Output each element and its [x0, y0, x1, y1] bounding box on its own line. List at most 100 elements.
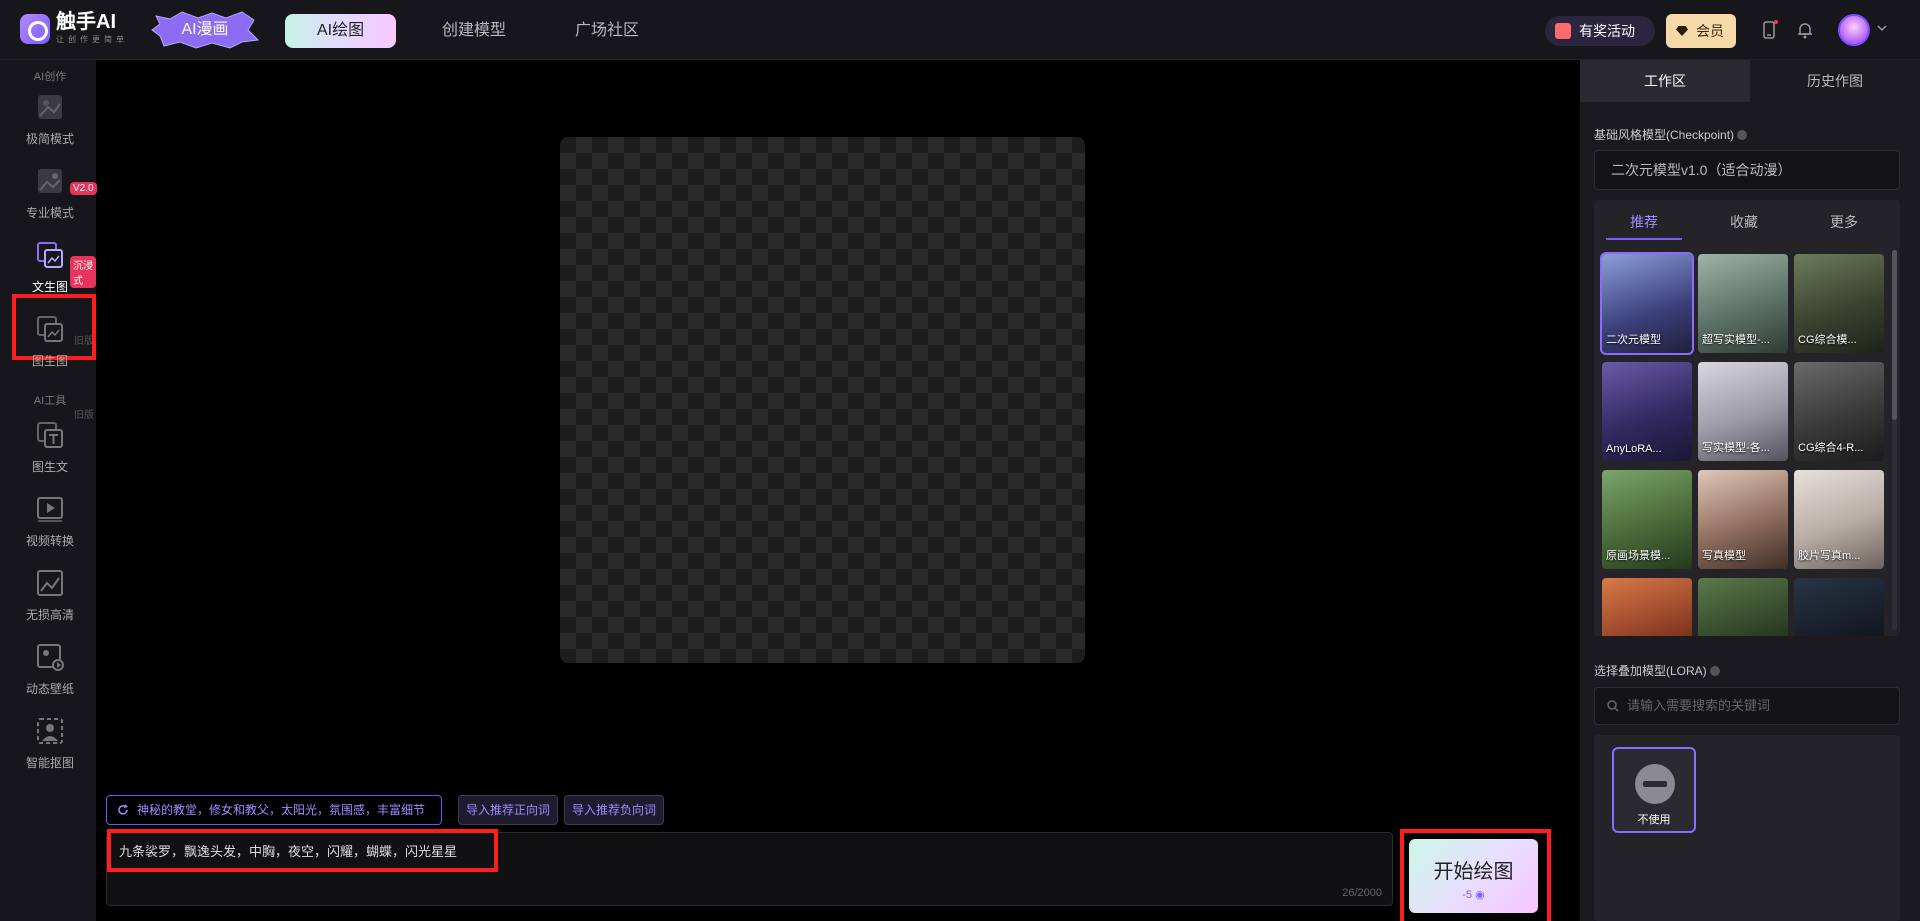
model-card-label: 胶片写真m...: [1798, 550, 1861, 562]
logo-subtitle: 让创作更简单: [56, 35, 128, 44]
sidebar-item-lossless-hd[interactable]: 无损高清: [0, 568, 100, 638]
user-avatar[interactable]: [1838, 14, 1870, 46]
image-canvas: [560, 137, 1085, 663]
sidebar-item-label: 极简模式: [25, 132, 74, 146]
model-card[interactable]: 写实模型-各...: [1698, 362, 1788, 461]
sidebar-item-label: 无损高清: [25, 608, 74, 622]
gallery-scrollbar-thumb[interactable]: [1892, 250, 1897, 420]
section-ai-create: AI创作: [33, 71, 67, 83]
lora-none-label: 不使用: [1637, 814, 1671, 826]
sidebar-item-label: 专业模式: [25, 206, 74, 220]
phone-icon[interactable]: [1760, 20, 1778, 40]
model-tab-favorites[interactable]: 收藏: [1694, 212, 1794, 232]
sidebar-item-smart-cutout[interactable]: 智能抠图: [0, 716, 100, 786]
char-counter: 26/2000: [1342, 887, 1382, 899]
sidebar-item-image-to-text[interactable]: 图生文: [0, 420, 100, 490]
highlight-box-start: [1400, 829, 1551, 921]
checkpoint-select[interactable]: 二次元模型v1.0（适合动漫）: [1594, 150, 1900, 190]
video-icon: [37, 497, 63, 522]
search-icon: [1607, 700, 1619, 712]
model-card[interactable]: 超写实模型-...: [1698, 254, 1788, 353]
model-card[interactable]: 原画场景模...: [1602, 470, 1692, 569]
sidebar-item-label: 智能抠图: [25, 756, 74, 770]
lora-label: 选择叠加模型(LORA): [1594, 662, 1720, 679]
sidebar-item-image-to-image[interactable]: 图生图: [0, 314, 100, 384]
model-tab-recommended[interactable]: 推荐: [1594, 212, 1694, 232]
refresh-icon: [118, 804, 128, 815]
checkpoint-label-text: 基础风格模型(Checkpoint): [1594, 128, 1735, 142]
sidebar-item-label: 动态壁纸: [25, 682, 74, 696]
wallpaper-icon: [37, 644, 64, 671]
tab-workspace[interactable]: 工作区: [1580, 60, 1750, 102]
tab-community[interactable]: 广场社区: [575, 14, 639, 48]
model-card[interactable]: CG综合模...: [1794, 254, 1884, 353]
lora-none-option[interactable]: 不使用: [1612, 747, 1696, 833]
old-version-tag: 旧版: [74, 410, 94, 421]
model-card[interactable]: CG综合4-R...: [1794, 362, 1884, 461]
no-entry-icon: [1635, 764, 1675, 804]
hd-image-icon: [37, 570, 63, 596]
sidebar-item-pro-mode[interactable]: 专业模式: [0, 166, 100, 236]
highlight-box-prompt: [107, 829, 498, 872]
model-card-label: CG综合4-R...: [1798, 442, 1864, 454]
info-icon[interactable]: [1737, 130, 1748, 140]
model-tab-more[interactable]: 更多: [1794, 212, 1894, 232]
sidebar-item-simple-mode[interactable]: 极简模式: [0, 92, 100, 162]
sidebar-item-label: 图生文: [31, 460, 68, 474]
import-negative-button[interactable]: 导入推荐负向词: [564, 795, 665, 825]
image-to-image-icon: [37, 316, 63, 342]
model-card-label: AnyLoRA...: [1606, 443, 1662, 455]
tab-ai-drawing[interactable]: AI绘图: [285, 14, 397, 48]
chevron-down-icon[interactable]: [1876, 22, 1888, 34]
tab-create-model[interactable]: 创建模型: [442, 14, 506, 48]
model-card[interactable]: 胶片写真m...: [1794, 470, 1884, 569]
info-icon[interactable]: [1709, 666, 1720, 676]
logo-title: 触手AI: [56, 11, 116, 33]
event-button[interactable]: 有奖活动: [1545, 16, 1655, 46]
model-tab-indicator: [1606, 238, 1682, 240]
model-card[interactable]: [1602, 578, 1692, 636]
top-bar: 触手AI 让创作更简单 AI漫画 AI绘图 创建模型 广场社区 有奖活动 会员: [0, 0, 1920, 60]
app-root: 触手AI 让创作更简单 AI漫画 AI绘图 创建模型 广场社区 有奖活动 会员: [0, 0, 1920, 921]
model-card-label: CG综合模...: [1798, 334, 1857, 346]
lora-list: 不使用: [1594, 735, 1900, 921]
model-card-label: 二次元模型: [1606, 334, 1661, 346]
ai-manga-button[interactable]: AI漫画: [150, 10, 260, 50]
lora-search-input[interactable]: 请输入需要搜索的关键词: [1594, 687, 1900, 725]
model-card-label: 原画场景模...: [1606, 550, 1671, 562]
text-to-image-icon: [37, 242, 63, 268]
logo[interactable]: 触手AI 让创作更简单: [20, 12, 128, 45]
pro-mode-icon: [38, 169, 62, 193]
left-sidebar: AI创作 极简模式 V2.0 专业模式 沉浸式 文生图 旧版 图生图 旧版 AI…: [0, 60, 97, 921]
sidebar-item-label: 视频转换: [25, 534, 74, 548]
right-panel: 工作区 历史作图 基础风格模型(Checkpoint) 二次元模型v1.0（适合…: [1580, 60, 1920, 921]
model-card[interactable]: 写真模型: [1698, 470, 1788, 569]
sidebar-item-video-convert[interactable]: 视频转换: [0, 494, 100, 564]
lora-label-text: 选择叠加模型(LORA): [1594, 664, 1707, 678]
model-card[interactable]: AnyLoRA...: [1602, 362, 1692, 461]
sidebar-item-live-wallpaper[interactable]: 动态壁纸: [0, 642, 100, 712]
tab-history[interactable]: 历史作图: [1750, 60, 1920, 102]
model-card[interactable]: [1698, 578, 1788, 636]
import-positive-button[interactable]: 导入推荐正向词: [458, 795, 559, 825]
model-card-label: 超写实模型-...: [1702, 334, 1770, 346]
prompt-suggestion-button[interactable]: 神秘的教堂，修女和教父，太阳光，氛围感，丰富细节: [106, 795, 442, 825]
section-ai-tools: AI工具: [33, 395, 67, 407]
model-card-label: 写真模型: [1702, 550, 1746, 562]
lora-search-placeholder: 请输入需要搜索的关键词: [1627, 698, 1771, 713]
simple-mode-icon: [38, 95, 62, 119]
sidebar-item-label: 文生图: [31, 280, 68, 294]
image-to-text-icon: [37, 422, 63, 448]
checkpoint-label: 基础风格模型(Checkpoint): [1594, 126, 1748, 143]
cutout-icon: [37, 718, 63, 744]
prompt-suggestion-text: 神秘的教堂，修女和教父，太阳光，氛围感，丰富细节: [137, 803, 426, 817]
ai-manga-label: AI漫画: [181, 21, 229, 38]
vip-button[interactable]: 会员: [1666, 14, 1736, 48]
model-gallery: 推荐 收藏 更多 二次元模型 超写实模型-... CG综合模... AnyLoR…: [1594, 200, 1900, 636]
model-card[interactable]: [1794, 578, 1884, 636]
model-card[interactable]: 二次元模型: [1600, 252, 1694, 355]
bell-icon[interactable]: [1796, 20, 1814, 40]
logo-icon: [20, 13, 50, 44]
sidebar-item-label: 图生图: [31, 354, 68, 368]
model-card-label: 写实模型-各...: [1702, 442, 1770, 454]
